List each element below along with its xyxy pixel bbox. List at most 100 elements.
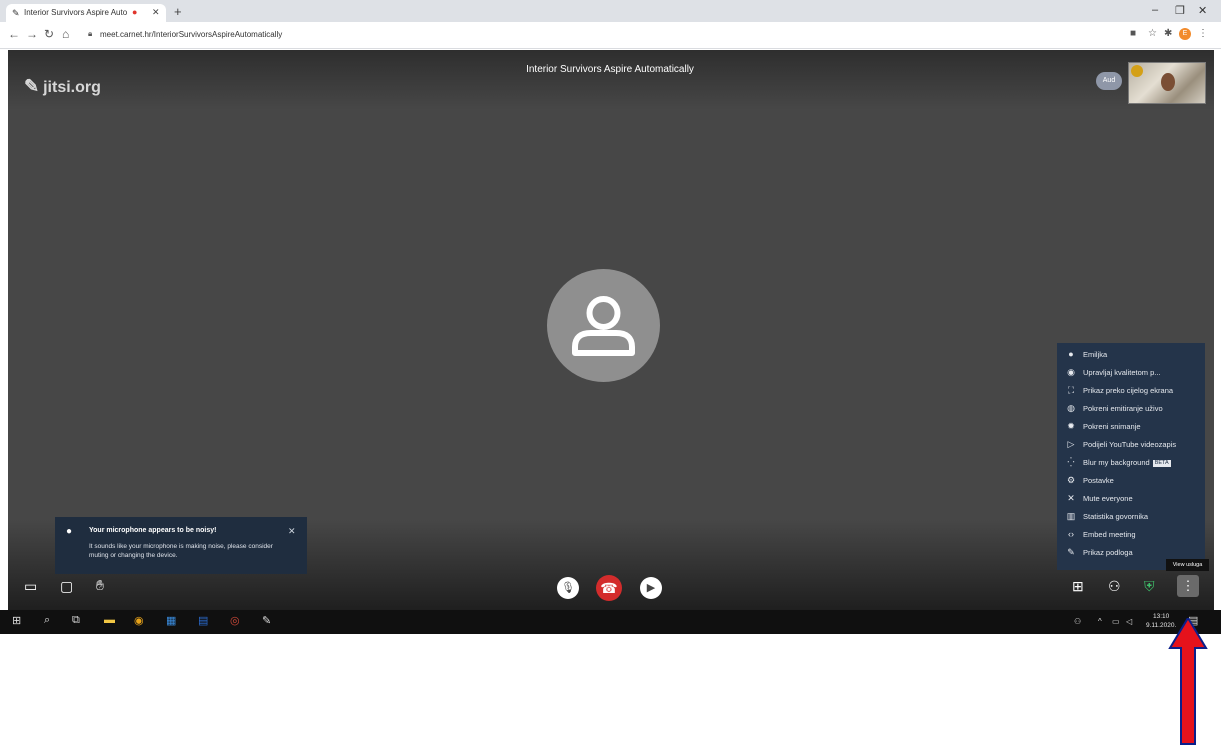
people-icon[interactable]: ⚇: [1074, 617, 1081, 626]
avatar-icon: ●: [1068, 349, 1074, 359]
menu-item-settings[interactable]: ⚙ Postavke: [1065, 472, 1205, 488]
network-icon[interactable]: ▭: [1112, 617, 1120, 626]
menu-item-feedback[interactable]: ✎ Prikaz podloga: [1065, 544, 1205, 560]
back-icon[interactable]: ←: [8, 27, 20, 41]
home-icon[interactable]: ⌂: [62, 27, 69, 41]
close-window-button[interactable]: ✕: [1198, 4, 1207, 17]
tile-view-icon[interactable]: ⊞: [1072, 578, 1084, 595]
menu-item-label: Blur my background: [1083, 458, 1150, 467]
notification-body: It sounds like your microphone is making…: [89, 543, 273, 559]
overflow-menu: ● Emiljka ◉ Upravljaj kvalitetom p... ⛶ Pri…: [1057, 343, 1205, 570]
menu-item-quality[interactable]: ◉ Upravljaj kvalitetom p...: [1065, 364, 1205, 380]
default-avatar: [547, 269, 660, 382]
red-arrow-annotation: [1168, 618, 1208, 745]
more-actions-tooltip: View usluga: [1166, 559, 1209, 571]
local-video-thumbnail[interactable]: [1128, 62, 1206, 104]
menu-item-fullscreen[interactable]: ⛶ Prikaz preko cijelog ekrana: [1065, 382, 1205, 398]
mute-all-icon: ✕: [1067, 493, 1075, 503]
menu-item-livestream[interactable]: ◍ Pokreni emitiranje uživo: [1065, 400, 1205, 416]
record-icon: ✹: [1067, 421, 1075, 431]
menu-item-label: Upravljaj kvalitetom p...: [1083, 368, 1161, 377]
star-icon[interactable]: ☆: [1148, 28, 1157, 39]
address-row: ← → ↻ ⌂ 🔒︎ meet.carnet.hr/InteriorSurviv…: [0, 22, 1221, 49]
gear-icon: ⚙: [1066, 475, 1076, 485]
extensions-icon[interactable]: ✱: [1164, 28, 1172, 39]
windows-taskbar: [0, 610, 1221, 634]
menu-item-label: Mute everyone: [1083, 494, 1133, 503]
tab-title: Interior Survivors Aspire Auto: [24, 8, 128, 17]
browser-tab[interactable]: ✎ Interior Survivors Aspire Auto ● ✕: [6, 4, 166, 22]
menu-item-label: Prikaz preko cijelog ekrana: [1083, 386, 1174, 395]
jitsi-logo[interactable]: ✎ jitsi.org: [24, 76, 101, 97]
info-icon: ●: [66, 526, 73, 537]
raise-hand-icon[interactable]: ✋︎: [96, 577, 104, 594]
fullscreen-icon: ⛶: [1067, 385, 1075, 395]
close-tab-icon[interactable]: ✕: [152, 7, 160, 18]
chevron-up-icon[interactable]: ^: [1098, 617, 1102, 626]
meeting-title: Interior Survivors Aspire Automatically: [526, 64, 694, 75]
notification-title: Your microphone appears to be noisy!: [89, 527, 217, 534]
top-gradient: [8, 50, 1214, 110]
menu-item-label: Podijeli YouTube videozapis: [1083, 440, 1177, 449]
more-actions-button[interactable]: ⋮: [1177, 575, 1199, 597]
speaker-indicator-icon: [1131, 65, 1143, 77]
url-field[interactable]: meet.carnet.hr/InteriorSurvivorsAspireAu…: [100, 30, 282, 39]
beta-badge: BETA: [1152, 459, 1171, 467]
menu-item-mute-everyone[interactable]: ✕ Mute everyone: [1065, 490, 1205, 506]
noisy-mic-notification: ● Your microphone appears to be noisy! I…: [55, 517, 307, 574]
feedback-icon: ✎: [1067, 547, 1075, 557]
invite-people-icon[interactable]: ⚇: [1108, 578, 1121, 595]
file-explorer-icon[interactable]: ▬: [104, 614, 115, 626]
camera-icon: ▶: [646, 582, 656, 594]
lock-icon: 🔒︎: [88, 29, 93, 38]
new-tab-icon[interactable]: +: [174, 4, 182, 19]
menu-item-label: Pokreni emitiranje uživo: [1083, 404, 1163, 413]
windows-start-icon[interactable]: ⊞: [12, 614, 21, 627]
menu-item-embed[interactable]: ‹› Embed meeting: [1065, 526, 1205, 542]
menu-item-label: Postavke: [1083, 476, 1114, 485]
menu-item-recording[interactable]: ✹ Pokreni snimanje: [1065, 418, 1205, 434]
participant-video: [1161, 73, 1175, 91]
camera-permission-icon[interactable]: ■: [1130, 28, 1136, 39]
menu-item-speaker-stats[interactable]: ▥ Statistika govornika: [1065, 508, 1205, 524]
volume-icon[interactable]: ◁: [1126, 617, 1132, 626]
menu-item-youtube[interactable]: ▷ Podijeli YouTube videozapis: [1065, 436, 1205, 452]
tab-bar: [0, 0, 1221, 22]
recording-heart-icon: ●: [132, 7, 138, 17]
browser-menu-icon[interactable]: ⋮: [1198, 28, 1208, 39]
person-icon: [572, 296, 635, 356]
chat-icon[interactable]: ▭: [24, 578, 37, 595]
jitsi-logo-icon: ✎: [24, 76, 40, 96]
play-icon: ▷: [1067, 439, 1075, 449]
search-icon[interactable]: ⌕: [44, 614, 50, 627]
globe-icon: ◍: [1067, 403, 1075, 413]
logo-text: jitsi.org: [43, 79, 101, 96]
stats-icon: ▥: [1066, 511, 1076, 521]
phone-icon: ☎: [600, 580, 618, 596]
jitsi-app-icon[interactable]: ✎: [262, 614, 271, 627]
menu-item-label: Emiljka: [1083, 350, 1108, 359]
security-shield-icon[interactable]: ⛨: [1144, 578, 1155, 595]
menu-item-label: Embed meeting: [1083, 530, 1136, 539]
close-notification-icon[interactable]: ✕: [288, 526, 296, 537]
forward-icon[interactable]: →: [26, 27, 38, 41]
menu-item-blur[interactable]: ⁛ Blur my background BETA: [1065, 454, 1205, 470]
screenshare-icon[interactable]: ▢: [60, 578, 73, 595]
task-view-icon[interactable]: ⧉: [72, 614, 80, 627]
reload-icon[interactable]: ↻: [44, 27, 54, 41]
app-icon[interactable]: ◎: [230, 614, 240, 627]
more-vertical-icon: ⋮: [1181, 578, 1195, 593]
menu-item-profile[interactable]: ● Emiljka: [1065, 346, 1205, 362]
word-icon[interactable]: ▤: [198, 614, 208, 627]
outlook-icon[interactable]: ▦: [166, 614, 176, 627]
camera-button[interactable]: ▶: [640, 577, 662, 599]
minimize-button[interactable]: –: [1152, 4, 1158, 16]
microphone-button[interactable]: 🎙︎: [557, 577, 579, 599]
participant-avatar[interactable]: Aud: [1096, 72, 1122, 90]
profile-avatar[interactable]: E: [1179, 28, 1191, 40]
blur-icon: ⁛: [1067, 457, 1075, 467]
maximize-button[interactable]: ❐: [1175, 4, 1185, 17]
chrome-icon[interactable]: ◉: [134, 614, 144, 627]
microphone-icon: 🎙︎: [561, 582, 575, 594]
hangup-button[interactable]: ☎: [596, 575, 622, 601]
